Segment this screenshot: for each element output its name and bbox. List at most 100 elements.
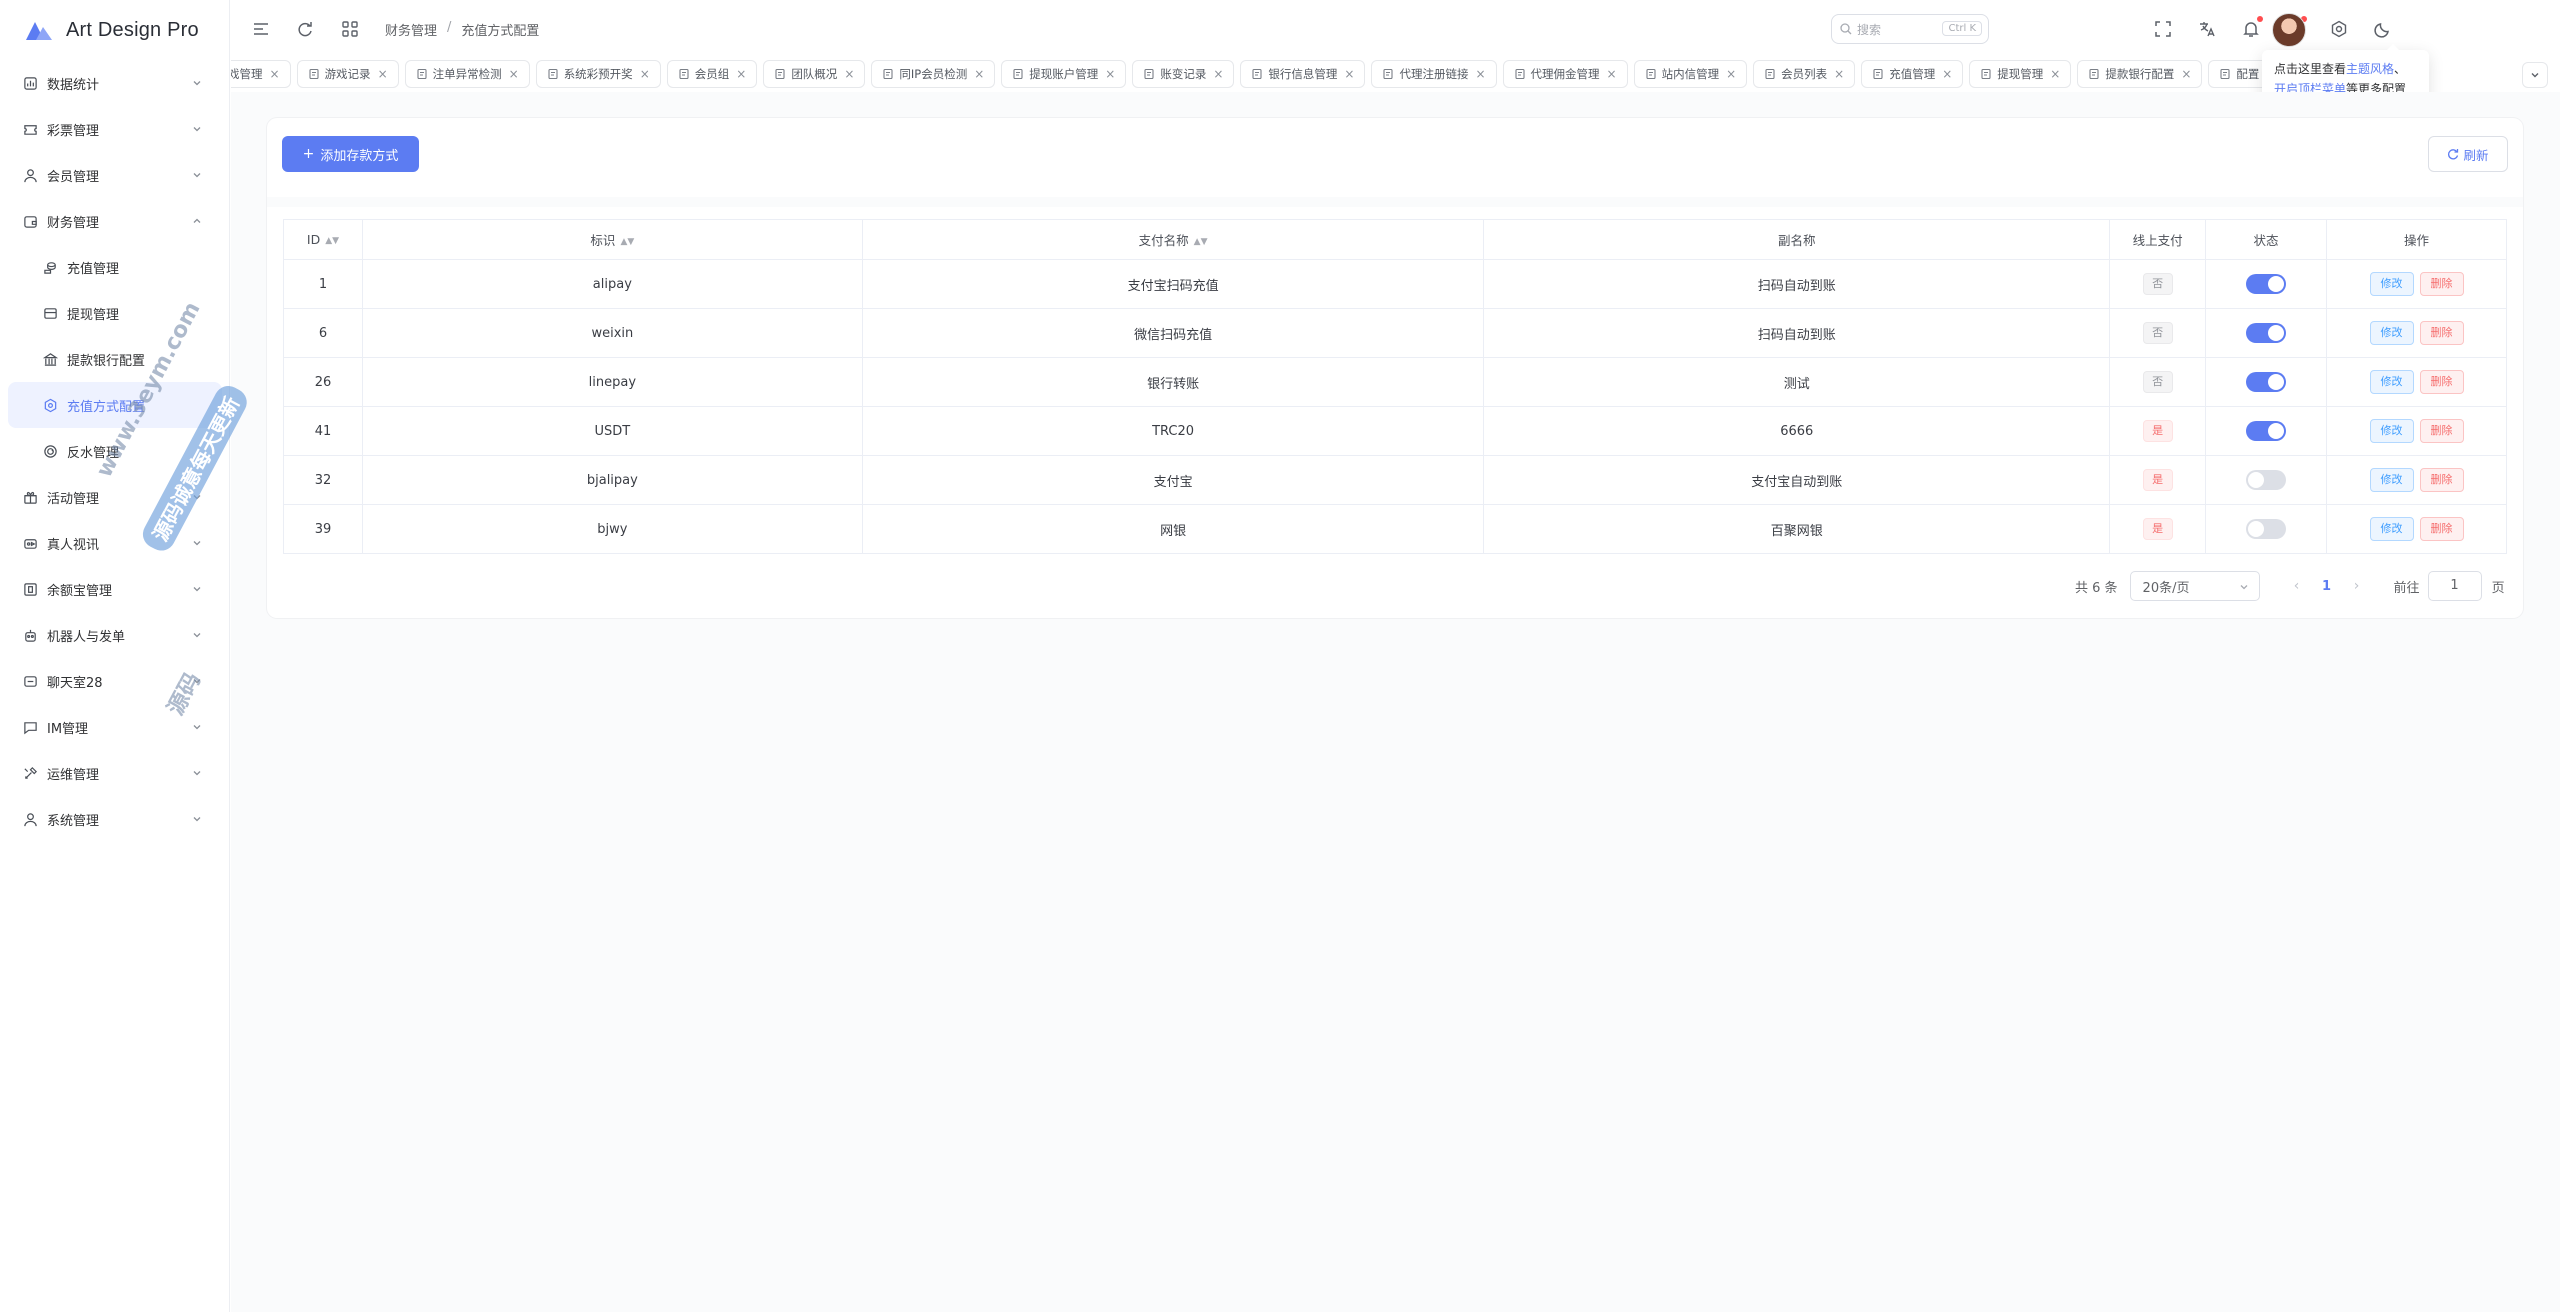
tab[interactable]: 会员组 × — [666, 60, 758, 88]
tab[interactable]: 站内信管理 × — [1633, 60, 1748, 88]
table-header-row: ID ▲▼ 标识 ▲▼ 支付名称 ▲▼ 副名称 线上支付 状态 操作 — [283, 219, 2507, 260]
status-toggle[interactable] — [2246, 519, 2287, 539]
tooltip-link-theme[interactable]: 主题风格 — [2346, 62, 2394, 76]
close-tab-icon[interactable]: × — [640, 67, 650, 81]
tab[interactable]: 系统彩预开奖 × — [535, 60, 661, 88]
close-tab-icon[interactable]: × — [1105, 67, 1115, 81]
sidebar-item[interactable]: 充值管理 — [0, 244, 230, 290]
delete-button[interactable]: 删除 — [2419, 321, 2464, 345]
sidebar-item[interactable]: IM管理 — [0, 704, 230, 750]
tab[interactable]: 游戏记录 × — [296, 60, 399, 88]
add-deposit-method-button[interactable]: + 添加存款方式 — [282, 136, 419, 172]
sidebar-item[interactable]: 提款银行配置 — [0, 336, 230, 382]
tabs-more-button[interactable] — [2522, 62, 2548, 88]
menu-toggle-icon[interactable] — [249, 17, 273, 41]
tab[interactable]: 提款银行配置 × — [2077, 60, 2203, 88]
settings-gear-icon[interactable] — [2327, 17, 2351, 41]
sort-icon[interactable]: ▲▼ — [1194, 237, 1208, 247]
close-tab-icon[interactable]: × — [1213, 67, 1223, 81]
sidebar-item[interactable]: 数据统计 — [0, 60, 230, 106]
goto-page-input[interactable]: 1 — [2427, 571, 2482, 601]
tab[interactable]: 团队概况 × — [763, 60, 866, 88]
sidebar-item[interactable]: 充值方式配置 — [8, 382, 222, 428]
translate-icon[interactable] — [2195, 17, 2219, 41]
close-tab-icon[interactable]: × — [2181, 67, 2191, 81]
tab[interactable]: 账变记录 × — [1132, 60, 1235, 88]
close-tab-icon[interactable]: × — [1942, 67, 1952, 81]
sort-icon[interactable]: ▲▼ — [325, 236, 339, 246]
sidebar-item[interactable]: 运维管理 — [0, 750, 230, 796]
page-size-select[interactable]: 20条/页 — [2129, 571, 2260, 601]
status-toggle[interactable] — [2246, 323, 2287, 343]
user-avatar[interactable] — [2272, 13, 2306, 47]
dark-mode-moon-icon[interactable] — [2371, 17, 2395, 41]
cell-name: 支付宝扫码充值 — [862, 259, 1485, 309]
column-header-name[interactable]: 支付名称 ▲▼ — [862, 219, 1485, 260]
delete-button[interactable]: 删除 — [2419, 468, 2464, 492]
close-tab-icon[interactable]: × — [2050, 67, 2060, 81]
close-tab-icon[interactable]: × — [1607, 67, 1617, 81]
breadcrumb-item[interactable]: 财务管理 — [385, 20, 437, 39]
tab[interactable]: 充值管理 × — [1861, 60, 1964, 88]
delete-button[interactable]: 删除 — [2419, 419, 2464, 443]
close-tab-icon[interactable]: × — [1344, 67, 1354, 81]
status-toggle[interactable] — [2246, 470, 2287, 490]
tab[interactable]: 会员列表 × — [1753, 60, 1856, 88]
close-tab-icon[interactable]: × — [509, 67, 519, 81]
fullscreen-icon[interactable] — [2151, 17, 2175, 41]
tab[interactable]: 注单异常检测 × — [404, 60, 530, 88]
edit-button[interactable]: 修改 — [2369, 272, 2414, 296]
tab[interactable]: 提现管理 × — [1969, 60, 2072, 88]
sidebar-item[interactable]: 系统管理 — [0, 796, 230, 842]
sidebar-item[interactable]: 余额宝管理 — [0, 566, 230, 612]
search-input[interactable]: 搜索 Ctrl K — [1831, 14, 1989, 44]
tab[interactable]: 戏管理 × — [231, 60, 291, 88]
tab[interactable]: 代理注册链接 × — [1371, 60, 1497, 88]
close-tab-icon[interactable]: × — [378, 67, 388, 81]
tab[interactable]: 银行信息管理 × — [1240, 60, 1366, 88]
sidebar-item[interactable]: 真人视讯 — [0, 520, 230, 566]
app-logo[interactable]: Art Design Pro — [24, 14, 199, 46]
notification-bell-icon[interactable] — [2239, 16, 2263, 41]
tab[interactable]: 同IP会员检测 × — [871, 60, 996, 88]
close-tab-icon[interactable]: × — [844, 67, 854, 81]
delete-button[interactable]: 删除 — [2419, 370, 2464, 394]
column-header-id[interactable]: ID ▲▼ — [283, 219, 363, 260]
sidebar-item[interactable]: 机器人与发单 — [0, 612, 230, 658]
edit-button[interactable]: 修改 — [2369, 419, 2414, 443]
status-toggle[interactable] — [2246, 421, 2287, 441]
sidebar-item[interactable]: 彩票管理 — [0, 106, 230, 152]
edit-button[interactable]: 修改 — [2369, 370, 2414, 394]
sidebar-item[interactable]: 会员管理 — [0, 152, 230, 198]
tab-page-icon — [1251, 68, 1263, 80]
status-toggle[interactable] — [2246, 274, 2287, 294]
close-tab-icon[interactable]: × — [736, 67, 746, 81]
close-tab-icon[interactable]: × — [974, 67, 984, 81]
reload-icon[interactable] — [293, 17, 317, 41]
prev-page-icon[interactable]: ‹ — [2282, 578, 2312, 594]
table-row: 39 bjwy 网银 百聚网银 是 修改 删除 — [283, 504, 2507, 554]
column-header-code[interactable]: 标识 ▲▼ — [362, 219, 863, 260]
tab[interactable]: 代理佣金管理 × — [1502, 60, 1628, 88]
cell-actions: 修改 删除 — [2326, 357, 2507, 407]
refresh-button[interactable]: 刷新 — [2428, 136, 2508, 172]
page-number-current[interactable]: 1 — [2312, 579, 2342, 594]
sidebar-item-label: 彩票管理 — [47, 123, 100, 139]
edit-button[interactable]: 修改 — [2369, 321, 2414, 345]
sidebar-item-label: 活动管理 — [47, 491, 100, 507]
sidebar-item[interactable]: 财务管理 — [0, 198, 230, 244]
delete-button[interactable]: 删除 — [2419, 517, 2464, 541]
apps-grid-icon[interactable] — [338, 17, 362, 41]
status-toggle[interactable] — [2246, 372, 2287, 392]
close-tab-icon[interactable]: × — [1475, 67, 1485, 81]
close-tab-icon[interactable]: × — [1726, 67, 1736, 81]
edit-button[interactable]: 修改 — [2369, 468, 2414, 492]
next-page-icon[interactable]: › — [2342, 578, 2372, 594]
tab-page-icon — [1012, 68, 1024, 80]
tab[interactable]: 提现账户管理 × — [1001, 60, 1127, 88]
sort-icon[interactable]: ▲▼ — [620, 237, 634, 247]
close-tab-icon[interactable]: × — [270, 67, 280, 81]
close-tab-icon[interactable]: × — [1834, 67, 1844, 81]
edit-button[interactable]: 修改 — [2369, 517, 2414, 541]
delete-button[interactable]: 删除 — [2419, 272, 2464, 296]
